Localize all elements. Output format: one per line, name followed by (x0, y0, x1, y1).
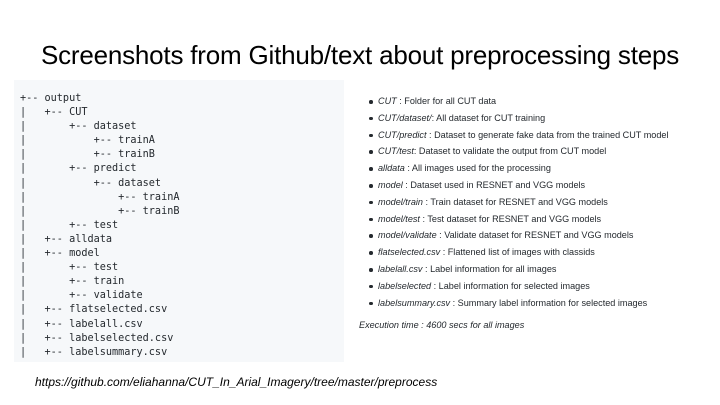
tree-line: | +-- trainA (20, 135, 155, 147)
tree-line: | +-- model (20, 248, 100, 260)
folder-description: : Dataset to generate fake data from the… (426, 129, 669, 140)
tree-line: | +-- alldata (20, 233, 113, 245)
folder-description: : Label information for all images (422, 263, 557, 274)
folder-description: : Folder for all CUT data (396, 96, 497, 106)
folder-description-list: CUT : Folder for all CUT data CUT/datase… (358, 93, 668, 311)
bullet-icon (369, 284, 373, 289)
tree-line: | +-- validate (20, 290, 143, 302)
folder-description: : Summary label information for selected… (450, 297, 648, 308)
folder-name: CUT/dataset/ (378, 112, 432, 123)
folder-name: alldata (378, 163, 405, 174)
folder-name: labelsummary.csv (378, 297, 451, 308)
list-item: CUT : Folder for all CUT data (358, 93, 668, 110)
bullet-icon (369, 100, 373, 104)
list-item: CUT/predict : Dataset to generate fake d… (358, 127, 668, 144)
tree-line: | +-- test (20, 219, 119, 231)
execution-time: Execution time : 4600 secs for all image… (359, 320, 525, 330)
folder-description: : All dataset for CUT training (431, 112, 546, 123)
tree-line: | +-- dataset (20, 177, 162, 189)
folder-description: : Flattened list of images with classids (440, 247, 595, 258)
tree-line: | +-- labelall.csv (20, 318, 143, 330)
folder-name: model (378, 179, 403, 190)
list-item: labelsummary.csv : Summary label informa… (358, 295, 668, 312)
list-item: CUT/test: Dataset to validate the output… (358, 143, 668, 160)
tree-line: | +-- labelselected.csv (20, 332, 174, 344)
folder-name: flatselected.csv (378, 247, 441, 258)
folder-description: : Dataset used in RESNET and VGG models (402, 179, 586, 190)
tree-line: | +-- trainB (20, 205, 180, 217)
bullet-icon (369, 251, 373, 255)
list-item: labelselected : Label information for se… (358, 278, 668, 295)
bullet-icon (369, 133, 373, 138)
folder-description: : Test dataset for RESNET and VGG models (419, 213, 602, 224)
folder-name: model/validate (378, 230, 437, 241)
bullet-icon (369, 217, 373, 222)
folder-descriptions-panel: CUT : Folder for all CUT data CUT/datase… (352, 80, 712, 362)
list-item: model/validate : Validate dataset for RE… (358, 227, 668, 244)
tree-line: | +-- dataset (20, 121, 137, 133)
list-item: model/train : Train dataset for RESNET a… (358, 194, 668, 211)
list-item: model : Dataset used in RESNET and VGG m… (358, 177, 668, 194)
list-item: model/test : Test dataset for RESNET and… (358, 211, 668, 228)
bullet-icon (369, 150, 373, 154)
directory-tree: +-- output | +-- CUT | +-- dataset | +-- tr… (20, 92, 179, 360)
folder-description: : Validate dataset for RESNET and VGG mo… (436, 230, 634, 241)
bullet-icon (369, 183, 373, 188)
bullet-icon (369, 167, 373, 171)
folder-description: : Label information for selected images (431, 280, 590, 291)
folder-name: CUT/predict (378, 129, 427, 140)
tree-line: | +-- train (20, 276, 125, 288)
folder-name: labelselected (378, 280, 432, 291)
tree-line: | +-- test (20, 262, 119, 274)
list-item: flatselected.csv : Flattened list of ima… (358, 244, 668, 261)
folder-description: : Dataset to validate the output from CU… (413, 146, 607, 157)
bullet-icon (369, 267, 373, 272)
tree-line: | +-- trainA (20, 191, 180, 203)
folder-name: CUT/test (378, 146, 414, 157)
folder-name: model/train (378, 196, 423, 207)
folder-description: : Train dataset for RESNET and VGG model… (423, 196, 608, 207)
tree-line: +-- output (20, 93, 82, 104)
folder-name: model/test (378, 213, 420, 224)
slide-title: Screenshots from Github/text about prepr… (40, 40, 680, 70)
bullet-icon (369, 234, 373, 238)
tree-line: | +-- labelsummary.csv (20, 346, 168, 358)
bullet-icon (369, 301, 373, 306)
bullet-icon (369, 116, 373, 121)
source-url: https://github.com/eliahanna/CUT_In_Aria… (35, 375, 438, 389)
tree-line: | +-- flatselected.csv (20, 304, 168, 316)
list-item: alldata : All images used for the proces… (358, 160, 668, 177)
list-item: CUT/dataset/: All dataset for CUT traini… (358, 110, 668, 127)
tree-line: | +-- predict (20, 163, 137, 175)
folder-description: : All images used for the processing (404, 163, 551, 174)
list-item: labelall.csv : Label information for all… (358, 261, 668, 278)
folder-name: labelall.csv (378, 263, 423, 274)
directory-tree-panel: +-- output | +-- CUT | +-- dataset | +-- tr… (14, 80, 344, 362)
bullet-icon (369, 200, 373, 205)
tree-line: | +-- CUT (20, 107, 88, 119)
tree-line: | +-- trainB (20, 149, 155, 161)
folder-name: CUT (378, 96, 397, 106)
